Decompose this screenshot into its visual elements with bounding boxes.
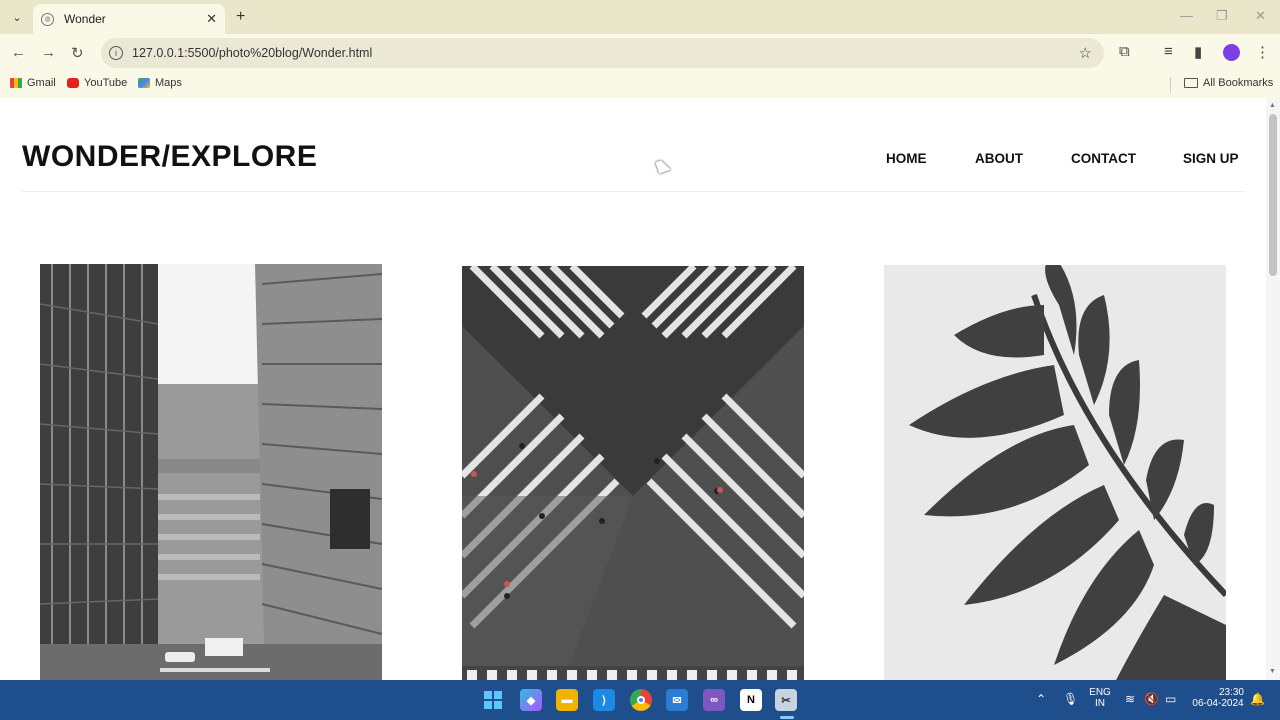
nav-sign-up[interactable]: SIGN UP xyxy=(1183,151,1239,166)
clock[interactable]: 23:30 06-04-2024 xyxy=(1190,687,1246,709)
bookmarks-separator xyxy=(1170,77,1171,93)
reload-icon[interactable]: ↻ xyxy=(71,44,84,62)
notification-bell-icon[interactable]: 🔔 xyxy=(1250,692,1265,706)
menu-icon[interactable]: ⋮ xyxy=(1255,43,1270,61)
language-indicator[interactable]: ENG IN xyxy=(1088,687,1112,709)
site-info-icon[interactable]: i xyxy=(109,46,123,60)
bookmark-label: YouTube xyxy=(84,77,128,89)
leaf-image xyxy=(884,265,1226,680)
nav-about[interactable]: ABOUT xyxy=(975,151,1023,166)
scrollbar-thumb[interactable] xyxy=(1269,114,1277,276)
folder-icon xyxy=(1184,78,1198,88)
globe-icon: ◍ xyxy=(41,12,54,26)
page-scrollbar[interactable]: ▲ ▼ xyxy=(1266,98,1280,680)
header-divider xyxy=(22,191,1246,192)
bookmark-label: Gmail xyxy=(27,77,56,89)
url-text: 127.0.0.1:5500/photo%20blog/Wonder.html xyxy=(132,46,373,60)
browser-tab[interactable]: ◍ Wonder ✕ xyxy=(33,4,225,34)
minimize-icon[interactable]: — xyxy=(1180,8,1193,23)
clock-date: 06-04-2024 xyxy=(1192,698,1244,709)
vscode-icon[interactable]: ⟩ xyxy=(593,689,615,711)
scroll-up-icon[interactable]: ▲ xyxy=(1269,102,1276,109)
youtube-icon xyxy=(67,78,79,88)
site-logo[interactable]: WONDER/EXPLORE xyxy=(22,140,317,174)
tab-search-icon[interactable]: ⌄ xyxy=(6,8,28,26)
battery-icon[interactable]: ▭ xyxy=(1165,692,1176,706)
mail-icon[interactable]: ✉ xyxy=(666,689,688,711)
windows-taskbar: ◆ ▬ ⟩ ✉ ∞ N ✂ ⌃ 🎙 ENG IN ≋ 🔇 ▭ 23:30 06-… xyxy=(0,680,1280,720)
bookmark-gmail[interactable]: Gmail xyxy=(10,77,56,89)
scroll-down-icon[interactable]: ▼ xyxy=(1269,668,1276,675)
snipping-tool-icon[interactable]: ✂ xyxy=(775,689,797,711)
forward-icon[interactable]: → xyxy=(41,44,56,61)
bookmark-youtube[interactable]: YouTube xyxy=(67,77,127,89)
visual-studio-icon[interactable]: ∞ xyxy=(703,689,725,711)
extensions-icon[interactable]: ⧉ xyxy=(1119,43,1130,60)
file-explorer-icon[interactable]: ▬ xyxy=(556,689,578,711)
bookmark-maps[interactable]: Maps xyxy=(138,77,182,89)
maps-icon xyxy=(138,78,150,88)
tray-overflow-icon[interactable]: ⌃ xyxy=(1036,692,1046,706)
address-bar[interactable]: i 127.0.0.1:5500/photo%20blog/Wonder.htm… xyxy=(101,38,1104,68)
volume-muted-icon[interactable]: 🔇 xyxy=(1144,692,1159,706)
buildings-image xyxy=(40,264,382,680)
wifi-icon[interactable]: ≋ xyxy=(1125,692,1135,706)
bookmarks-bar: Gmail YouTube Maps All Bookmarks xyxy=(0,72,1280,98)
copilot-icon[interactable]: ◆ xyxy=(520,689,542,711)
nav-contact[interactable]: CONTACT xyxy=(1071,151,1136,166)
chrome-icon[interactable] xyxy=(630,689,652,711)
nav-home[interactable]: HOME xyxy=(886,151,927,166)
side-panel-icon[interactable]: ▮ xyxy=(1194,43,1202,61)
photo-leaf[interactable] xyxy=(884,265,1226,680)
all-bookmarks-label: All Bookmarks xyxy=(1203,77,1274,89)
all-bookmarks[interactable]: All Bookmarks xyxy=(1184,77,1273,89)
media-controls-icon[interactable]: ≡ xyxy=(1164,43,1173,60)
bookmark-star-icon[interactable]: ☆ xyxy=(1079,44,1092,62)
photo-crosswalk[interactable] xyxy=(462,266,804,680)
tab-title: Wonder xyxy=(64,12,106,26)
browser-toolbar: ← → ↻ i 127.0.0.1:5500/photo%20blog/Wond… xyxy=(0,34,1280,72)
lang-top: ENG xyxy=(1089,687,1111,698)
maximize-icon[interactable]: ❐ xyxy=(1216,8,1228,24)
browser-tab-strip: ⌄ ◍ Wonder ✕ + — ❐ ✕ xyxy=(0,0,1280,34)
active-app-indicator xyxy=(780,716,794,719)
close-tab-icon[interactable]: ✕ xyxy=(206,11,217,27)
clock-time: 23:30 xyxy=(1218,687,1244,698)
start-icon[interactable] xyxy=(482,689,504,711)
bookmark-label: Maps xyxy=(155,77,182,89)
notion-icon[interactable]: N xyxy=(740,689,762,711)
lang-bottom: IN xyxy=(1095,698,1105,709)
microphone-icon[interactable]: 🎙 xyxy=(1063,692,1078,706)
profile-avatar[interactable] xyxy=(1223,44,1240,61)
window-close-icon[interactable]: ✕ xyxy=(1255,8,1266,24)
crosswalk-image xyxy=(462,266,804,680)
new-tab-icon[interactable]: + xyxy=(236,8,245,26)
gmail-icon xyxy=(10,78,22,88)
photo-buildings[interactable] xyxy=(40,264,382,680)
back-icon[interactable]: ← xyxy=(11,44,26,61)
web-page: WONDER/EXPLORE HOME ABOUT CONTACT SIGN U… xyxy=(0,98,1266,680)
